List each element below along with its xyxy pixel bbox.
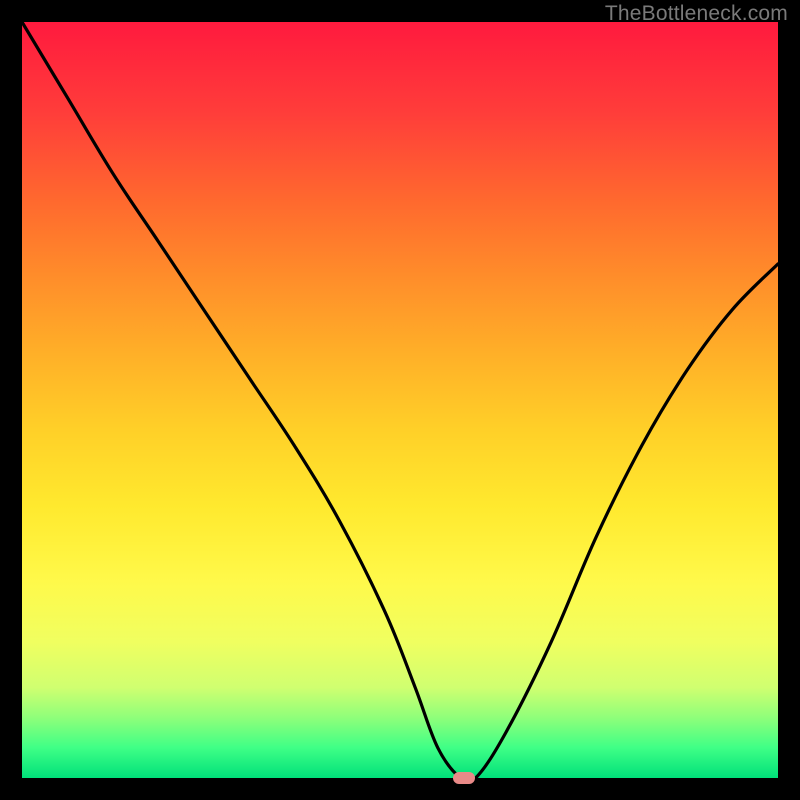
bottleneck-curve: [22, 22, 778, 778]
chart-plot-area: [22, 22, 778, 778]
curve-path: [22, 22, 778, 778]
minimum-marker: [453, 772, 475, 784]
chart-frame: TheBottleneck.com: [0, 0, 800, 800]
